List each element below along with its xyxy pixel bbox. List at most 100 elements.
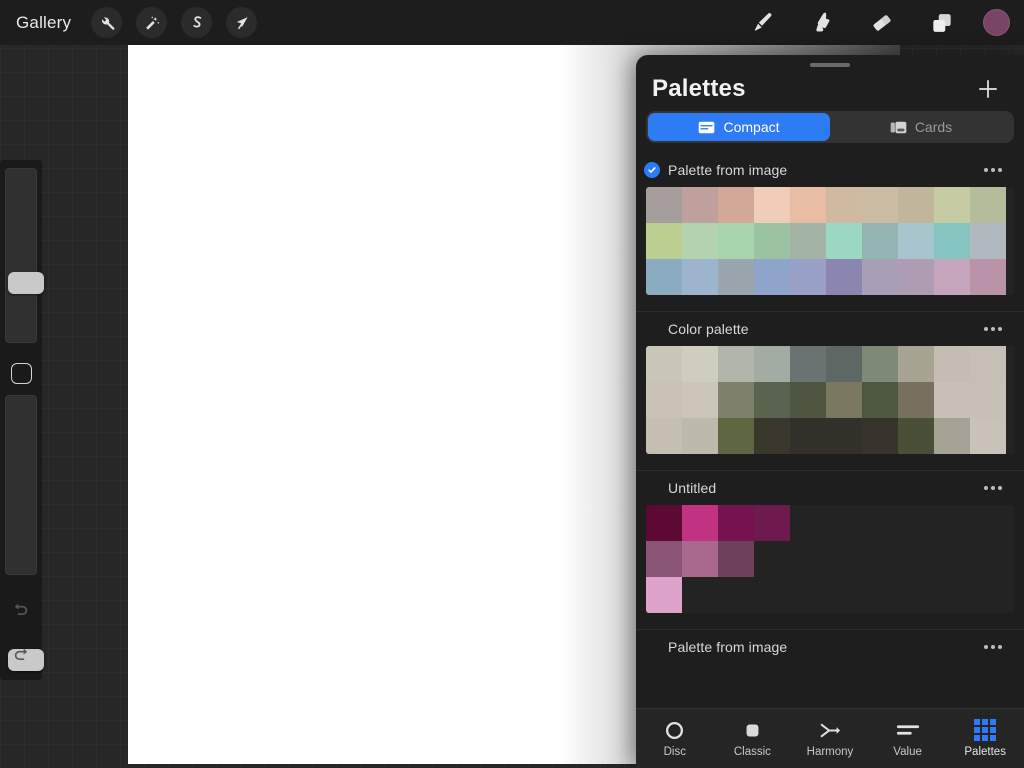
color-swatch[interactable] bbox=[718, 187, 754, 223]
color-swatch[interactable] bbox=[682, 382, 718, 418]
color-mode-tabbar[interactable]: Disc Classic Harmony Value Palettes bbox=[636, 708, 1024, 768]
color-swatch[interactable] bbox=[826, 259, 862, 295]
color-swatch[interactable] bbox=[862, 187, 898, 223]
tab-classic[interactable]: Classic bbox=[714, 709, 792, 768]
color-swatch[interactable] bbox=[898, 187, 934, 223]
color-swatch[interactable] bbox=[862, 346, 898, 382]
color-swatch[interactable] bbox=[754, 346, 790, 382]
adjustments-wand-icon[interactable] bbox=[136, 7, 168, 38]
palette-header-row[interactable]: Color palette bbox=[636, 312, 1024, 346]
color-swatch[interactable] bbox=[646, 187, 682, 223]
color-swatch[interactable] bbox=[682, 346, 718, 382]
empty-swatch-slot[interactable] bbox=[862, 541, 898, 577]
color-swatch[interactable] bbox=[718, 223, 754, 259]
modify-square-button[interactable] bbox=[11, 363, 32, 384]
add-palette-button[interactable] bbox=[974, 75, 1002, 103]
color-swatch[interactable] bbox=[646, 259, 682, 295]
undo-icon[interactable] bbox=[5, 595, 37, 625]
color-swatch[interactable] bbox=[826, 382, 862, 418]
color-swatch[interactable] bbox=[646, 505, 682, 541]
empty-swatch-slot[interactable] bbox=[862, 505, 898, 541]
color-swatch[interactable] bbox=[754, 223, 790, 259]
gallery-button[interactable]: Gallery bbox=[16, 13, 71, 33]
color-swatch[interactable] bbox=[682, 418, 718, 454]
actions-wrench-icon[interactable] bbox=[91, 7, 123, 38]
color-swatch[interactable] bbox=[718, 382, 754, 418]
color-swatch[interactable] bbox=[826, 187, 862, 223]
empty-swatch-slot[interactable] bbox=[826, 541, 862, 577]
color-swatch[interactable] bbox=[970, 418, 1006, 454]
empty-swatch-slot[interactable] bbox=[718, 577, 754, 613]
color-swatch[interactable] bbox=[646, 577, 682, 613]
empty-swatch-slot[interactable] bbox=[898, 577, 934, 613]
color-swatch[interactable] bbox=[646, 418, 682, 454]
color-swatch[interactable] bbox=[790, 418, 826, 454]
color-swatch[interactable] bbox=[682, 187, 718, 223]
color-swatch[interactable] bbox=[934, 187, 970, 223]
empty-swatch-slot[interactable] bbox=[754, 541, 790, 577]
palette-swatch-grid[interactable] bbox=[646, 505, 1014, 613]
empty-swatch-slot[interactable] bbox=[826, 505, 862, 541]
palette-more-options-icon[interactable] bbox=[984, 486, 1002, 490]
selection-icon[interactable] bbox=[181, 7, 213, 38]
color-swatch[interactable] bbox=[898, 259, 934, 295]
empty-swatch-slot[interactable] bbox=[754, 577, 790, 613]
empty-swatch-slot[interactable] bbox=[790, 505, 826, 541]
color-swatch[interactable] bbox=[898, 346, 934, 382]
color-swatch[interactable] bbox=[790, 382, 826, 418]
segment-cards[interactable]: Cards bbox=[830, 113, 1012, 141]
brush-size-slider[interactable] bbox=[5, 168, 44, 343]
panel-drag-handle[interactable] bbox=[810, 63, 850, 67]
empty-swatch-slot[interactable] bbox=[970, 505, 1006, 541]
color-swatch[interactable] bbox=[862, 259, 898, 295]
color-swatch[interactable] bbox=[970, 259, 1006, 295]
eraser-icon[interactable] bbox=[863, 6, 901, 40]
color-swatch[interactable] bbox=[790, 187, 826, 223]
color-swatch[interactable] bbox=[970, 346, 1006, 382]
smudge-icon[interactable] bbox=[803, 6, 841, 40]
tab-disc[interactable]: Disc bbox=[636, 709, 714, 768]
color-swatch[interactable] bbox=[790, 259, 826, 295]
color-swatch[interactable] bbox=[718, 418, 754, 454]
color-swatch[interactable] bbox=[682, 505, 718, 541]
palette-header-row[interactable]: Palette from image bbox=[636, 630, 1024, 664]
empty-swatch-slot[interactable] bbox=[970, 541, 1006, 577]
redo-icon[interactable] bbox=[5, 640, 37, 670]
color-swatch[interactable] bbox=[898, 382, 934, 418]
empty-swatch-slot[interactable] bbox=[898, 541, 934, 577]
empty-swatch-slot[interactable] bbox=[934, 505, 970, 541]
palette-swatch-grid[interactable] bbox=[646, 187, 1014, 295]
empty-swatch-slot[interactable] bbox=[790, 541, 826, 577]
color-swatch[interactable] bbox=[898, 418, 934, 454]
view-mode-segmented-control[interactable]: Compact Cards bbox=[646, 111, 1014, 143]
layers-icon[interactable] bbox=[923, 6, 961, 40]
color-swatch[interactable] bbox=[646, 541, 682, 577]
color-swatch[interactable] bbox=[790, 346, 826, 382]
color-swatch[interactable] bbox=[862, 418, 898, 454]
tab-harmony[interactable]: Harmony bbox=[791, 709, 869, 768]
color-swatch[interactable] bbox=[898, 223, 934, 259]
color-swatch[interactable] bbox=[682, 541, 718, 577]
color-swatch[interactable] bbox=[754, 382, 790, 418]
empty-swatch-slot[interactable] bbox=[682, 577, 718, 613]
palette-more-options-icon[interactable] bbox=[984, 645, 1002, 649]
tab-palettes[interactable]: Palettes bbox=[946, 709, 1024, 768]
segment-compact[interactable]: Compact bbox=[648, 113, 830, 141]
color-swatch[interactable] bbox=[934, 223, 970, 259]
color-swatch[interactable] bbox=[682, 259, 718, 295]
color-swatch[interactable] bbox=[934, 382, 970, 418]
palette-more-options-icon[interactable] bbox=[984, 327, 1002, 331]
tab-value[interactable]: Value bbox=[869, 709, 947, 768]
color-swatch[interactable] bbox=[862, 382, 898, 418]
empty-swatch-slot[interactable] bbox=[898, 505, 934, 541]
color-swatch[interactable] bbox=[970, 382, 1006, 418]
color-swatch[interactable] bbox=[718, 505, 754, 541]
empty-swatch-slot[interactable] bbox=[826, 577, 862, 613]
empty-swatch-slot[interactable] bbox=[934, 541, 970, 577]
color-swatch[interactable] bbox=[862, 223, 898, 259]
color-swatch[interactable] bbox=[826, 418, 862, 454]
palette-more-options-icon[interactable] bbox=[984, 168, 1002, 172]
paint-brush-icon[interactable] bbox=[743, 6, 781, 40]
palette-header-row[interactable]: Untitled bbox=[636, 471, 1024, 505]
palette-swatch-grid[interactable] bbox=[646, 346, 1014, 454]
